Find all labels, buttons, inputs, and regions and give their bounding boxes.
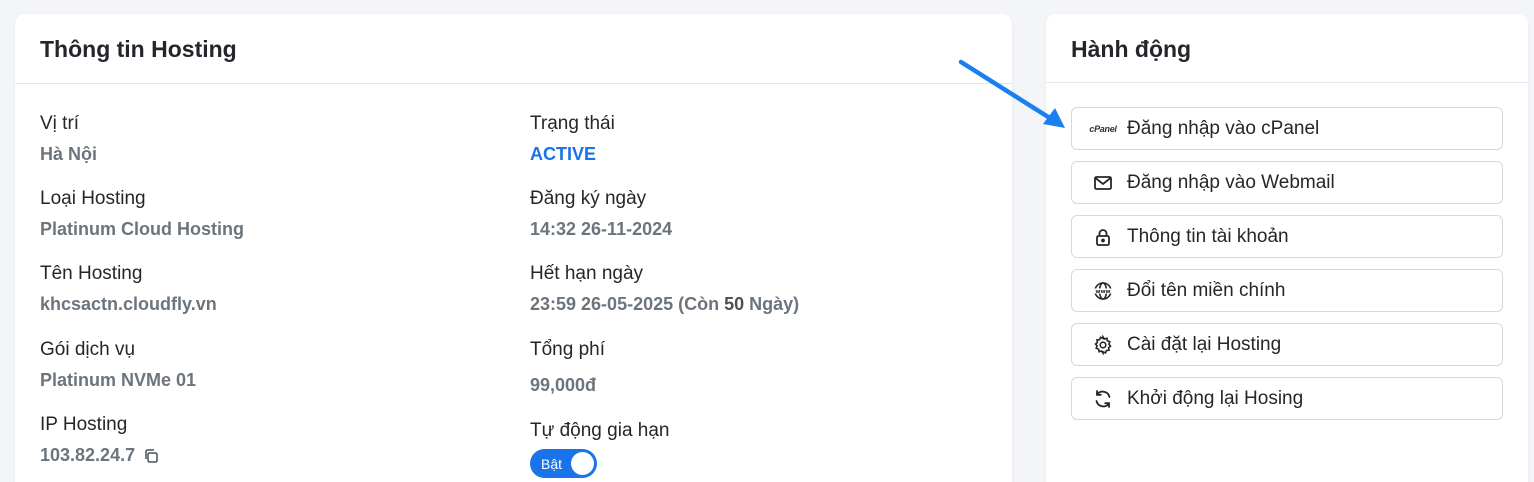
change-domain-label: Đổi tên miền chính	[1127, 279, 1286, 301]
name-label: Tên Hosting	[40, 263, 143, 284]
login-cpanel-button[interactable]: cPanel Đăng nhập vào cPanel	[1071, 107, 1503, 150]
expiry-value: 23:59 26-05-2025 (Còn 50 Ngày)	[530, 294, 799, 315]
type-value: Platinum Cloud Hosting	[40, 219, 244, 239]
gear-icon	[1093, 334, 1113, 355]
lock-icon	[1093, 227, 1113, 247]
field-ip: IP Hosting 103.82.24.7	[40, 414, 159, 466]
expiry-days: 50	[724, 294, 745, 314]
account-info-button[interactable]: Thông tin tài khoản	[1071, 215, 1503, 258]
field-registered: Đăng ký ngày 14:32 26-11-2024	[530, 188, 672, 240]
cpanel-icon: cPanel	[1089, 123, 1117, 134]
field-package: Gói dịch vụ Platinum NVMe 01	[40, 339, 196, 391]
auto-renew-toggle[interactable]: Bật	[530, 449, 597, 478]
toggle-label: Bật	[541, 455, 563, 472]
expiry-label: Hết hạn ngày	[530, 263, 644, 284]
annotation-arrow	[958, 59, 1065, 128]
www-globe-icon: www	[1093, 281, 1113, 301]
account-info-label: Thông tin tài khoản	[1127, 225, 1289, 247]
ip-value: 103.82.24.7	[40, 445, 136, 465]
registered-label: Đăng ký ngày	[530, 188, 647, 209]
ip-label: IP Hosting	[40, 414, 128, 435]
field-expiry: Hết hạn ngày 23:59 26-05-2025 (Còn 50 Ng…	[530, 263, 799, 315]
change-domain-button[interactable]: www Đổi tên miền chính	[1071, 269, 1503, 312]
status-badge: ACTIVE	[530, 144, 597, 164]
type-label: Loại Hosting	[40, 188, 146, 209]
svg-text:www: www	[1095, 289, 1110, 295]
restart-hosting-label: Khởi động lại Hosing	[1127, 387, 1304, 409]
package-value: Platinum NVMe 01	[40, 370, 197, 390]
ip-value-row: 103.82.24.7	[40, 445, 159, 466]
login-webmail-button[interactable]: Đăng nhập vào Webmail	[1071, 161, 1503, 204]
reinstall-hosting-button[interactable]: Cài đặt lại Hosting	[1071, 323, 1503, 366]
expiry-date: 23:59 26-05-2025 (Còn	[530, 294, 725, 314]
registered-value: 14:32 26-11-2024	[530, 219, 673, 239]
hosting-info-title: Thông tin Hosting	[15, 14, 1012, 84]
login-webmail-label: Đăng nhập vào Webmail	[1127, 171, 1335, 193]
field-total: Tổng phí 99,000đ	[530, 339, 605, 396]
total-value: 99,000đ	[530, 375, 597, 395]
field-auto-renew: Tự động gia hạn Bật	[530, 420, 670, 478]
auto-renew-label: Tự động gia hạn	[530, 420, 670, 441]
field-name: Tên Hosting khcsactn.cloudfly.vn	[40, 263, 217, 315]
copy-icon[interactable]	[143, 448, 159, 464]
package-label: Gói dịch vụ	[40, 339, 136, 360]
reinstall-hosting-label: Cài đặt lại Hosting	[1127, 333, 1282, 355]
field-location: Vị trí Hà Nội	[40, 113, 97, 165]
location-label: Vị trí	[40, 113, 80, 134]
expiry-suffix: Ngày)	[744, 294, 800, 314]
mail-icon	[1093, 173, 1113, 193]
actions-title: Hành động	[1046, 14, 1528, 83]
name-value: khcsactn.cloudfly.vn	[40, 294, 217, 314]
total-label: Tổng phí	[530, 339, 605, 360]
location-value: Hà Nội	[40, 144, 98, 164]
restart-hosting-button[interactable]: Khởi động lại Hosing	[1071, 377, 1503, 420]
status-label: Trạng thái	[530, 113, 615, 134]
hosting-info-card: Thông tin Hosting Vị trí Hà Nội Trạng th…	[15, 14, 1012, 482]
field-status: Trạng thái ACTIVE	[530, 113, 615, 165]
field-type: Loại Hosting Platinum Cloud Hosting	[40, 188, 244, 240]
refresh-icon	[1093, 389, 1113, 409]
toggle-knob	[571, 452, 594, 475]
login-cpanel-label: Đăng nhập vào cPanel	[1127, 117, 1320, 139]
actions-card: Hành động cPanel Đăng nhập vào cPanel Đă…	[1046, 14, 1528, 482]
